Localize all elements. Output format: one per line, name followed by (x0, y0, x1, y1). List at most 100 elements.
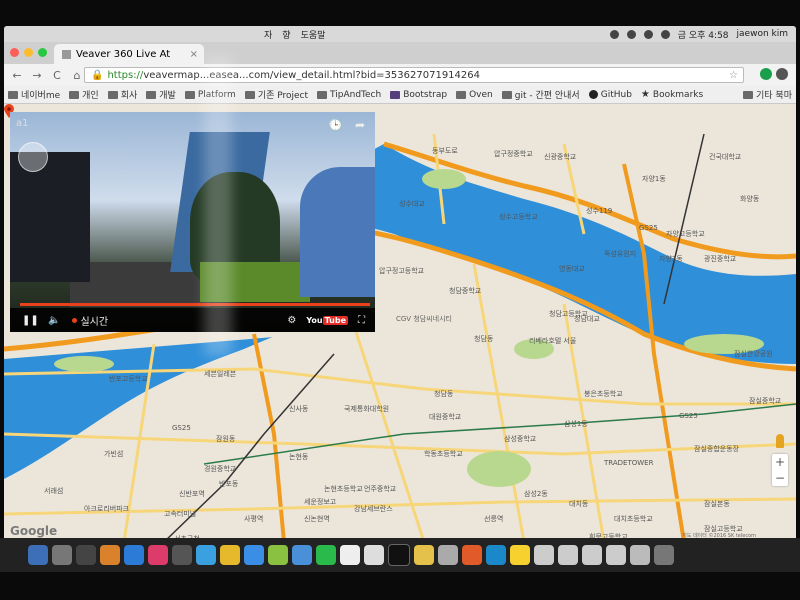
map-place-label: 광진중학교 (704, 255, 737, 263)
bookmark-item[interactable]: 개인 (69, 88, 99, 101)
folder-icon (244, 90, 255, 99)
bookmark-item[interactable]: TipAndTech (317, 90, 381, 100)
pegman-icon[interactable] (776, 434, 784, 448)
360-compass-icon[interactable] (18, 142, 48, 172)
map-place-label: 학동초등학교 (424, 450, 463, 458)
calendar-icon[interactable] (340, 545, 360, 565)
video-top-icons: 🕒 ➦ (328, 118, 365, 132)
settings-icon[interactable]: ⚙ (287, 315, 296, 326)
bookmark-star-icon[interactable]: ☆ (729, 70, 738, 81)
sublime-icon[interactable] (100, 545, 120, 565)
bookmark-label: 네이버me (21, 91, 61, 101)
map-place-label: 가빈섬 (104, 450, 124, 458)
wifi-icon[interactable] (643, 29, 653, 39)
other-bookmarks[interactable]: 기타 북마 (743, 88, 796, 101)
appstore-icon[interactable] (196, 545, 216, 565)
map-place-label: 고속터미널 (164, 510, 197, 518)
status-icon[interactable] (609, 29, 619, 39)
back-button[interactable]: ← (10, 69, 24, 82)
home-button[interactable]: ⌂ (70, 69, 84, 82)
bookmark-item[interactable]: git - 간편 안내서 (501, 88, 580, 101)
document-icon[interactable] (534, 545, 554, 565)
finder-icon[interactable] (28, 545, 48, 565)
bookmark-label: 기타 북마 (756, 91, 792, 101)
url-text: veavermap...easea...com/view_detail.html… (143, 69, 480, 81)
menu-item[interactable]: 도움말 (301, 28, 326, 41)
map-place-label: 성수119 (586, 207, 613, 215)
utility-icon[interactable] (438, 545, 458, 565)
trash-icon[interactable] (654, 545, 674, 565)
menu-item[interactable]: 향 (282, 28, 290, 41)
bookmark-item[interactable]: ★ Bookmarks (641, 89, 703, 100)
teamviewer-icon[interactable] (486, 545, 506, 565)
forward-button[interactable]: → (30, 69, 44, 82)
bookmark-label: 개발 (159, 91, 176, 101)
pause-icon[interactable]: ❚❚ (22, 315, 39, 326)
minimize-window-button[interactable] (24, 48, 33, 57)
bookmark-item[interactable]: Bootstrap (390, 90, 447, 100)
live-label: 실시간 (80, 316, 109, 328)
bookmark-item[interactable]: 네이버me (8, 88, 60, 101)
bookmark-item[interactable]: 회사 (107, 88, 137, 101)
zoom-window-button[interactable] (38, 48, 47, 57)
folder-icon (501, 90, 512, 99)
document-icon[interactable] (606, 545, 626, 565)
mail-icon[interactable] (244, 545, 264, 565)
status-icon[interactable] (626, 29, 636, 39)
finder-alt-icon[interactable] (292, 545, 312, 565)
chrome-icon[interactable] (220, 545, 240, 565)
stickies-icon[interactable] (414, 545, 434, 565)
share-icon[interactable]: ➦ (355, 118, 365, 132)
bookmark-item[interactable]: 개발 (146, 88, 176, 101)
map-place-label: 청담동 (474, 335, 494, 343)
extension-icon[interactable] (760, 68, 772, 80)
bookmark-label: TipAndTech (330, 89, 382, 100)
bookmark-item[interactable]: Oven (456, 90, 493, 100)
bookmark-label: git - 간편 안내서 (514, 91, 580, 101)
close-window-button[interactable] (10, 48, 19, 57)
safari-icon[interactable] (124, 545, 144, 565)
kakaotalk-icon[interactable] (510, 545, 530, 565)
video-right-controls: ⚙ You Tube ⛶ (287, 315, 375, 326)
user-name[interactable]: jaewon kim (737, 29, 788, 39)
video-controls: ❚❚ 🔈 실시간 ⚙ You Tube ⛶ (10, 308, 375, 332)
map-place-label: 잠실중학교 (749, 397, 782, 405)
volume-icon[interactable]: 🔈 (48, 315, 60, 326)
video-person (300, 167, 375, 297)
address-bar[interactable]: 🔒 https:// veavermap...easea...com/view_… (84, 67, 744, 83)
folder-icon (107, 90, 118, 99)
sourcetree-icon[interactable] (462, 545, 482, 565)
video-player[interactable]: a1 🕒 ➦ ❚❚ 🔈 실시간 ⚙ You Tube ⛶ (10, 112, 375, 332)
clock-icon[interactable]: 🕒 (328, 118, 343, 132)
reload-button[interactable]: C (50, 69, 64, 82)
launchpad-icon[interactable] (52, 545, 72, 565)
evernote-icon[interactable] (316, 545, 336, 565)
map-place-label: 청담고등학교 (549, 310, 588, 318)
youtube-logo[interactable]: You Tube (306, 315, 348, 325)
document-icon[interactable] (630, 545, 650, 565)
bookmark-item[interactable]: GitHub (588, 90, 632, 100)
video-progress-bar[interactable] (20, 303, 370, 306)
fullscreen-icon[interactable]: ⛶ (358, 315, 365, 326)
zoom-in-button[interactable]: + (772, 454, 788, 470)
tab-veaver[interactable]: Veaver 360 Live At × (54, 44, 204, 64)
menu-item[interactable]: 자 (264, 28, 272, 41)
zoom-out-button[interactable]: − (772, 470, 788, 486)
terminal-icon[interactable] (388, 544, 410, 566)
rocket-icon[interactable] (76, 545, 96, 565)
map-place-label: 반포동 (219, 480, 239, 488)
preview-icon[interactable] (364, 545, 384, 565)
music-icon[interactable] (148, 545, 168, 565)
bookmark-item[interactable]: 기존 Project (244, 88, 308, 101)
map-place-label: 삼성2동 (524, 490, 548, 498)
volume-icon[interactable] (660, 29, 670, 39)
live-dot-icon (72, 317, 78, 323)
android-icon[interactable] (268, 545, 288, 565)
photos-icon[interactable] (172, 545, 192, 565)
document-icon[interactable] (558, 545, 578, 565)
clock-text[interactable]: 금 오후 4:58 (678, 28, 729, 41)
map-place-label: 잠실한강공원 (734, 350, 773, 358)
document-icon[interactable] (582, 545, 602, 565)
menu-icon[interactable] (776, 68, 788, 80)
close-tab-icon[interactable]: × (190, 49, 198, 60)
